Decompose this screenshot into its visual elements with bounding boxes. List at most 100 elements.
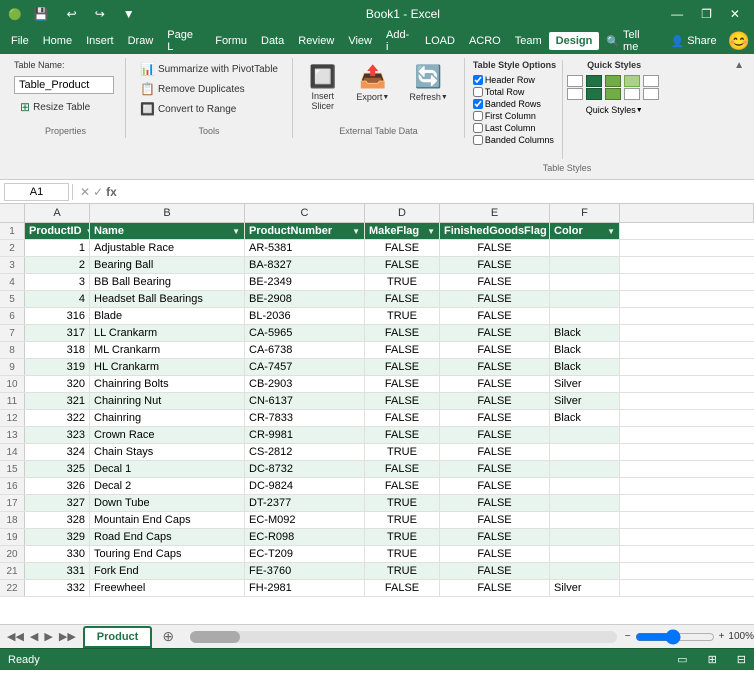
cell-12-f[interactable]: Black: [550, 410, 620, 426]
sheet-first-btn[interactable]: ◀◀: [4, 630, 27, 643]
qs-cell-2[interactable]: [586, 75, 602, 87]
insert-slicer-button[interactable]: 🔲 InsertSlicer: [301, 60, 344, 116]
cell-22-e[interactable]: FALSE: [440, 580, 550, 596]
convert-to-range-button[interactable]: 🔲 Convert to Range: [134, 100, 242, 118]
cell-9-d[interactable]: FALSE: [365, 359, 440, 375]
cell-6-d[interactable]: TRUE: [365, 308, 440, 324]
cell-2-a[interactable]: 1: [25, 240, 90, 256]
cell-10-b[interactable]: Chainring Bolts: [90, 376, 245, 392]
cell-8-f[interactable]: Black: [550, 342, 620, 358]
banded-rows-check[interactable]: Banded Rows: [473, 99, 556, 109]
cell-18-f[interactable]: [550, 512, 620, 528]
cell-12-b[interactable]: Chainring: [90, 410, 245, 426]
header-cell-color[interactable]: Color▼: [550, 223, 620, 239]
cell-12-e[interactable]: FALSE: [440, 410, 550, 426]
menu-addins[interactable]: Add-i: [379, 26, 418, 56]
col-header-b[interactable]: B: [90, 204, 245, 222]
restore-button[interactable]: ❐: [695, 5, 718, 23]
first-col-check[interactable]: First Column: [473, 111, 556, 121]
cell-12-a[interactable]: 322: [25, 410, 90, 426]
cell-21-e[interactable]: FALSE: [440, 563, 550, 579]
save-icon[interactable]: 💾: [28, 5, 55, 23]
cell-22-d[interactable]: FALSE: [365, 580, 440, 596]
cell-4-c[interactable]: BE-2349: [245, 274, 365, 290]
cell-6-f[interactable]: [550, 308, 620, 324]
menu-file[interactable]: File: [4, 32, 36, 50]
cell-19-d[interactable]: TRUE: [365, 529, 440, 545]
cell-13-c[interactable]: CR-9981: [245, 427, 365, 443]
cell-15-f[interactable]: [550, 461, 620, 477]
cell-8-a[interactable]: 318: [25, 342, 90, 358]
menu-home[interactable]: Home: [36, 32, 79, 50]
cell-15-b[interactable]: Decal 1: [90, 461, 245, 477]
resize-table-button[interactable]: ⊞ Resize Table: [14, 98, 114, 116]
layout-page-icon[interactable]: ⊞: [708, 653, 717, 666]
zoom-out-icon[interactable]: −: [625, 631, 631, 642]
sheet-last-btn[interactable]: ▶▶: [56, 630, 79, 643]
cell-13-a[interactable]: 323: [25, 427, 90, 443]
cell-22-c[interactable]: FH-2981: [245, 580, 365, 596]
qs-cell-4[interactable]: [624, 75, 640, 87]
cell-22-a[interactable]: 332: [25, 580, 90, 596]
menu-share[interactable]: 👤 Share: [664, 32, 724, 51]
last-col-check[interactable]: Last Column: [473, 123, 556, 133]
cell-8-c[interactable]: CA-6738: [245, 342, 365, 358]
cell-20-e[interactable]: FALSE: [440, 546, 550, 562]
cell-13-d[interactable]: FALSE: [365, 427, 440, 443]
cell-2-c[interactable]: AR-5381: [245, 240, 365, 256]
cell-6-a[interactable]: 316: [25, 308, 90, 324]
cell-5-f[interactable]: [550, 291, 620, 307]
cell-3-d[interactable]: FALSE: [365, 257, 440, 273]
cell-10-f[interactable]: Silver: [550, 376, 620, 392]
qs-cell-6[interactable]: [567, 88, 583, 100]
menu-review[interactable]: Review: [291, 32, 341, 50]
col-header-e[interactable]: E: [440, 204, 550, 222]
col-header-a[interactable]: A: [25, 204, 90, 222]
cell-10-c[interactable]: CB-2903: [245, 376, 365, 392]
h-scroll-track[interactable]: [190, 631, 617, 643]
cell-20-c[interactable]: EC-T209: [245, 546, 365, 562]
cell-17-a[interactable]: 327: [25, 495, 90, 511]
table-rows-container[interactable]: 1 ProductID▼ Name▼ ProductNumber▼ MakeFl…: [0, 223, 754, 624]
cell-17-e[interactable]: FALSE: [440, 495, 550, 511]
cell-9-c[interactable]: CA-7457: [245, 359, 365, 375]
banded-cols-check[interactable]: Banded Columns: [473, 135, 556, 145]
cell-5-e[interactable]: FALSE: [440, 291, 550, 307]
cell-3-b[interactable]: Bearing Ball: [90, 257, 245, 273]
cell-17-b[interactable]: Down Tube: [90, 495, 245, 511]
cell-11-a[interactable]: 321: [25, 393, 90, 409]
cell-15-c[interactable]: DC-8732: [245, 461, 365, 477]
sheet-next-btn[interactable]: ▶: [41, 630, 55, 643]
cell-3-a[interactable]: 2: [25, 257, 90, 273]
header-cell-finishedgoodsflag[interactable]: FinishedGoodsFlag▼: [440, 223, 550, 239]
cell-5-c[interactable]: BE-2908: [245, 291, 365, 307]
cell-19-e[interactable]: FALSE: [440, 529, 550, 545]
cell-21-a[interactable]: 331: [25, 563, 90, 579]
minimize-button[interactable]: —: [665, 5, 689, 23]
cell-2-e[interactable]: FALSE: [440, 240, 550, 256]
cell-8-b[interactable]: ML Crankarm: [90, 342, 245, 358]
cell-20-d[interactable]: TRUE: [365, 546, 440, 562]
cell-18-e[interactable]: FALSE: [440, 512, 550, 528]
menu-pagelayout[interactable]: Page L: [160, 26, 208, 56]
customize-icon[interactable]: ▼: [117, 5, 141, 23]
cell-19-b[interactable]: Road End Caps: [90, 529, 245, 545]
menu-view[interactable]: View: [341, 32, 379, 50]
cell-16-c[interactable]: DC-9824: [245, 478, 365, 494]
cell-7-c[interactable]: CA-5965: [245, 325, 365, 341]
cell-17-f[interactable]: [550, 495, 620, 511]
cell-4-e[interactable]: FALSE: [440, 274, 550, 290]
cell-10-d[interactable]: FALSE: [365, 376, 440, 392]
total-row-check[interactable]: Total Row: [473, 87, 556, 97]
confirm-formula-icon[interactable]: ✓: [93, 185, 103, 199]
col-header-d[interactable]: D: [365, 204, 440, 222]
redo-icon[interactable]: ↪: [89, 5, 111, 23]
cell-20-f[interactable]: [550, 546, 620, 562]
cancel-formula-icon[interactable]: ✕: [80, 185, 90, 199]
cell-2-f[interactable]: [550, 240, 620, 256]
quick-styles-dropdown[interactable]: Quick Styles ▼: [586, 105, 643, 115]
header-row-check[interactable]: Header Row: [473, 75, 556, 85]
cell-11-b[interactable]: Chainring Nut: [90, 393, 245, 409]
cell-22-f[interactable]: Silver: [550, 580, 620, 596]
cell-20-a[interactable]: 330: [25, 546, 90, 562]
